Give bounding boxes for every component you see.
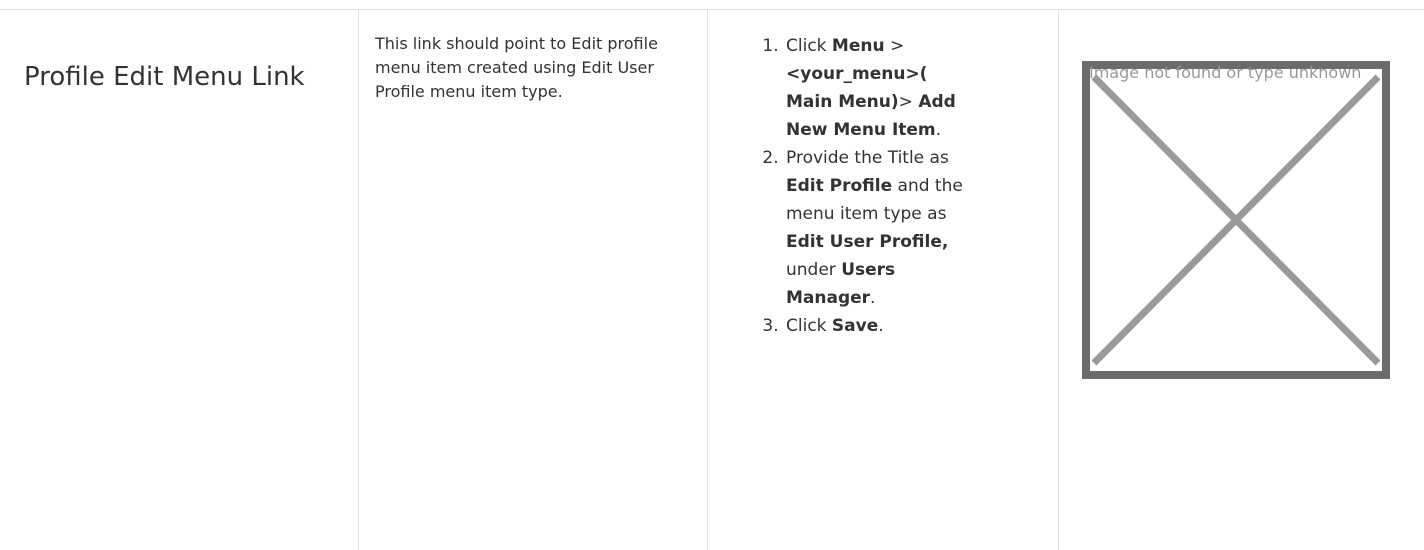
step-emphasis: Edit User Profile, xyxy=(786,232,949,252)
step-text: Click xyxy=(786,316,832,336)
step-text: > xyxy=(884,36,905,56)
content-table: Profile Edit Menu Link This link should … xyxy=(0,9,1424,550)
placeholder-cross xyxy=(1091,74,1381,366)
step-item: Click Save. xyxy=(784,312,964,340)
step-text: . xyxy=(870,288,876,308)
step-item: Click Menu > <your_menu>( Main Menu)> Ad… xyxy=(784,32,964,144)
broken-image-icon xyxy=(1082,61,1390,379)
step-text: under xyxy=(786,260,842,280)
row-name: Profile Edit Menu Link xyxy=(24,62,305,92)
steps-list: Click Menu > <your_menu>( Main Menu)> Ad… xyxy=(724,32,964,340)
step-text: . xyxy=(878,316,884,336)
step-text: > xyxy=(898,92,919,112)
step-text: Click xyxy=(786,36,832,56)
image-cell: Image not found or type unknown xyxy=(1059,10,1424,550)
step-text: Provide the Title as xyxy=(786,148,949,168)
row-description: This link should point to Edit profile m… xyxy=(375,34,658,101)
steps-cell: Click Menu > <your_menu>( Main Menu)> Ad… xyxy=(708,10,1058,550)
image-alt-text: Image not found or type unknown xyxy=(1089,63,1362,82)
step-emphasis: Menu xyxy=(831,36,885,56)
description-cell: This link should point to Edit profile m… xyxy=(359,10,707,550)
step-item: Provide the Title as Edit Profile and th… xyxy=(784,144,964,312)
step-text: . xyxy=(935,120,942,140)
step-emphasis: Edit Profile xyxy=(786,176,893,196)
step-emphasis: Save xyxy=(831,316,879,336)
name-cell: Profile Edit Menu Link xyxy=(0,10,358,550)
